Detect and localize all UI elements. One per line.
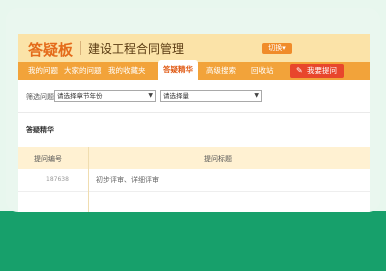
section-title: 答疑精华 [26,126,54,134]
column-header-number: 提问编号 [34,155,62,163]
course-title: 建设工程合同管理 [88,42,185,56]
qa-board-panel: 答疑板 建设工程合同管理 切换▾ 我的问题 大家的问题 我的收藏夹 答疑精华 高… [18,34,370,212]
tab-my-questions[interactable]: 我的问题 [28,62,58,80]
quantity-select[interactable]: 请选择量 ▼ [160,90,262,102]
divider [18,112,370,113]
screen-frame: 答疑板 建设工程合同管理 切换▾ 我的问题 大家的问题 我的收藏夹 答疑精华 高… [6,8,380,212]
chapter-year-select[interactable]: 请选择章节年份 ▼ [54,90,156,102]
header-divider [80,41,81,55]
table-row[interactable]: 187638 初步评审、详细评审 [18,169,370,192]
filter-bar: 筛选问题 请选择章节年份 ▼ 请选择量 ▼ [18,84,370,108]
tab-my-favorites[interactable]: 我的收藏夹 [108,62,146,80]
chapter-year-select-value: 请选择章节年份 [57,92,103,100]
tab-everyones-questions[interactable]: 大家的问题 [64,62,102,80]
question-title[interactable]: 初步评审、详细评审 [96,175,159,185]
header: 答疑板 建设工程合同管理 切换▾ [18,34,370,62]
chevron-down-icon: ▼ [254,92,259,99]
nav-bar: 我的问题 大家的问题 我的收藏夹 答疑精华 高级搜索 回收站 ✎ 我要提问 [18,60,370,80]
column-divider [88,147,89,212]
quantity-select-value: 请选择量 [163,92,189,100]
ask-question-button[interactable]: ✎ 我要提问 [290,64,344,78]
bottom-band [0,211,386,271]
pencil-icon: ✎ [296,66,303,75]
table-header: 提问编号 提问标题 [18,147,370,169]
tab-featured-answers[interactable]: 答疑精华 [158,60,198,80]
filter-label: 筛选问题 [26,93,54,101]
ask-question-label: 我要提问 [307,66,337,75]
switch-button[interactable]: 切换▾ [262,43,292,54]
question-number: 187638 [46,176,69,183]
tab-recycle-bin[interactable]: 回收站 [251,62,274,80]
column-header-title: 提问标题 [204,155,232,163]
logo: 答疑板 [28,41,74,59]
chevron-down-icon: ▼ [148,92,153,99]
tab-advanced-search[interactable]: 高级搜索 [206,62,236,80]
